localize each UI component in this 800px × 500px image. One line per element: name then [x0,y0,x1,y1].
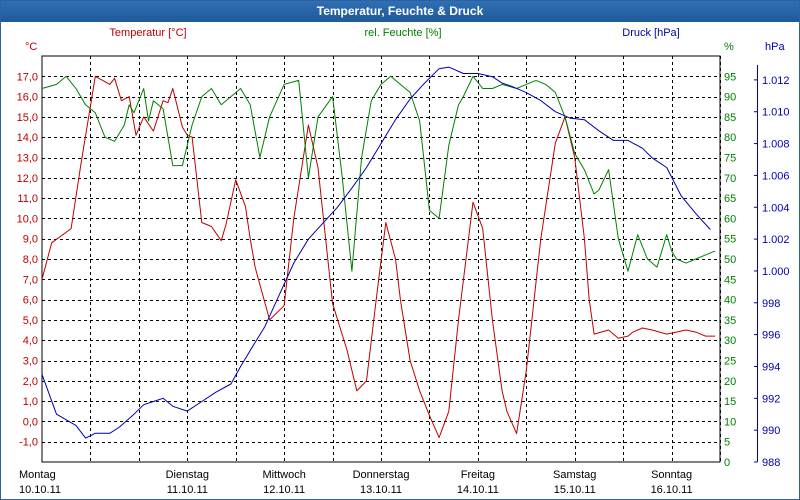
x-tick-date: 12.10.11 [263,484,305,496]
humidity-tick-label: 25 [724,356,736,368]
x-tick-date: 16.10.11 [651,484,693,496]
temperature-tick-label: 11,0 [17,193,38,205]
temperature-tick-label: 16,0 [17,92,38,104]
temperature-tick-label: 5,0 [23,315,38,327]
temperature-tick-label: 17,0 [17,71,38,83]
pressure-tick-label: 1.004 [762,202,790,214]
temperature-tick-label: 7,0 [23,274,38,286]
temperature-tick-label: 2,0 [23,376,38,388]
x-tick-date: 13.10.11 [360,484,402,496]
humidity-tick-label: 45 [724,274,736,286]
temperature-tick-label: -1,0 [19,437,38,449]
temperature-tick-label: 4,0 [23,335,38,347]
pressure-tick-label: 1.012 [762,75,790,87]
pressure-axis-title: Druck [hPa] [622,27,679,39]
humidity-tick-label: 60 [724,213,736,225]
temperature-tick-label: 0,0 [23,416,38,428]
pressure-tick-label: 1.006 [762,170,790,182]
x-tick-weekday: Donnerstag [353,469,410,481]
humidity-tick-label: 15 [724,396,736,408]
temperature-tick-label: 10,0 [17,213,38,225]
humidity-tick-label: 75 [724,153,736,165]
humidity-tick-label: 0 [724,457,730,469]
humidity-tick-label: 65 [724,193,736,205]
pressure-tick-label: 996 [762,330,780,342]
temperature-tick-label: 13,0 [17,153,38,165]
x-tick-weekday: Montag [19,469,56,481]
chart-canvas: -1,0 0,0 1,0 2,0 3,0 4,0 5,0 6,0 7,0 8,0 9,0 10,0 11… [17,27,790,496]
humidity-tick-label: 55 [724,234,736,246]
temperature-tick-label: 15,0 [17,112,38,124]
temperature-tick-label: 14,0 [17,132,38,144]
pressure-tick-label: 988 [762,457,780,469]
humidity-tick-label: 85 [724,112,736,124]
humidity-tick-label: 40 [724,295,736,307]
pressure-tick-label: 1.008 [762,139,790,151]
x-tick-weekday: Dienstag [166,469,209,481]
pressure-tick-label: 1.002 [762,234,790,246]
temperature-unit-label: °C [25,41,37,53]
x-tick-date: 14.10.11 [457,484,499,496]
pressure-tick-label: 998 [762,298,780,310]
temperature-tick-label: 6,0 [23,295,38,307]
temperature-tick-label: 3,0 [23,356,38,368]
humidity-axis-title: rel. Feuchte [%] [364,27,441,39]
humidity-series-line [41,75,716,272]
temperature-axis-title: Temperatur [°C] [109,27,186,39]
humidity-tick-label: 70 [724,173,736,185]
temperature-tick-label: 1,0 [23,396,38,408]
x-tick-weekday: Sonntag [651,469,692,481]
pressure-tick-label: 992 [762,393,780,405]
pressure-tick-label: 1.000 [762,266,790,278]
x-tick-weekday: Mittwoch [262,469,305,481]
humidity-tick-label: 50 [724,254,736,266]
humidity-tick-label: 20 [724,376,736,388]
humidity-tick-label: 5 [724,437,730,449]
x-tick-date: 11.10.11 [167,484,208,496]
humidity-tick-label: 10 [724,416,736,428]
pressure-unit-label: hPa [765,41,785,53]
x-tick-date: 15.10.11 [554,484,596,496]
pressure-tick-label: 994 [762,361,780,373]
x-tick-weekday: Freitag [461,469,495,481]
x-tick-weekday: Samstag [553,469,596,481]
humidity-tick-label: 35 [724,315,736,327]
temperature-series-line [41,75,716,439]
humidity-tick-label: 90 [724,92,736,104]
pressure-tick-label: 990 [762,425,780,437]
humidity-tick-label: 30 [724,335,736,347]
temperature-tick-label: 12,0 [17,173,38,185]
x-tick-date: 10.10.11 [19,484,61,496]
humidity-tick-label: 80 [724,132,736,144]
temperature-tick-label: 9,0 [23,234,38,246]
pressure-series-line [41,66,711,439]
temperature-tick-label: 8,0 [23,254,38,266]
pressure-tick-label: 1.010 [762,107,790,119]
humidity-tick-label: 95 [724,71,736,83]
humidity-unit-label: % [724,41,734,53]
